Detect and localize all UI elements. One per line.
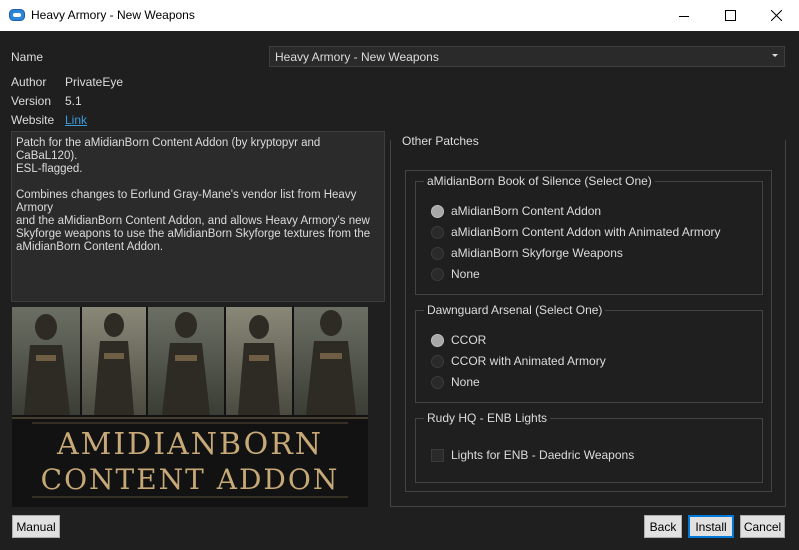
manual-button[interactable]: Manual [12,515,60,538]
option-label: aMidianBorn Skyforge Weapons [451,246,623,260]
website-label: Website [11,113,55,127]
banner-line-1: AMIDIANBORN [56,427,324,462]
option-label: None [451,267,480,281]
option-none[interactable]: None [431,373,480,391]
close-icon [770,10,782,21]
option-label: Lights for ENB - Daedric Weapons [451,448,635,462]
name-dropdown-value: Heavy Armory - New Weapons [275,50,439,64]
radio-button[interactable] [431,375,444,389]
radio-button[interactable] [431,246,444,260]
window-title: Heavy Armory - New Weapons [31,8,195,22]
group-book-of-silence: aMidianBorn Book of Silence (Select One)… [415,174,763,295]
group-title: Rudy HQ - ENB Lights [424,411,551,425]
app-icon [9,9,25,21]
option-label: aMidianBorn Content Addon with Animated … [451,225,721,239]
option-label: aMidianBorn Content Addon [451,204,602,218]
option-none[interactable]: None [431,265,480,283]
chevron-down-icon [772,54,778,57]
install-button[interactable]: Install [688,515,734,538]
radio-button[interactable] [431,267,444,281]
option-label: CCOR [451,333,487,347]
group-dawnguard-arsenal: Dawnguard Arsenal (Select One) CCOR CCOR… [415,303,763,403]
option-content-addon-animated-armory[interactable]: aMidianBorn Content Addon with Animated … [431,223,720,241]
website-link[interactable]: Link [65,113,87,127]
version-label: Version [11,94,52,108]
option-lights-for-enb[interactable]: Lights for ENB - Daedric Weapons [431,446,634,464]
author-label: Author [11,75,47,89]
radio-button[interactable] [431,354,444,368]
minimize-button[interactable] [661,0,707,31]
minimize-icon [679,15,689,17]
cancel-button[interactable]: Cancel [740,515,785,538]
option-ccor-animated-armory[interactable]: CCOR with Animated Armory [431,352,606,370]
name-label: Name [11,50,44,64]
option-label: CCOR with Animated Armory [451,354,606,368]
banner-image: AMIDIANBORN CONTENT ADDON [12,307,368,507]
version-value: 5.1 [65,94,82,108]
description-box[interactable]: Patch for the aMidianBorn Content Addon … [11,131,385,302]
author-value: PrivateEye [65,75,124,89]
group-title: aMidianBorn Book of Silence (Select One) [424,174,655,188]
option-ccor[interactable]: CCOR [431,331,486,349]
radio-button[interactable] [431,204,444,218]
radio-button[interactable] [431,333,444,347]
maximize-button[interactable] [707,0,753,31]
banner-line-2: CONTENT ADDON [40,463,340,496]
maximize-icon [724,10,736,21]
close-button[interactable] [753,0,799,31]
option-amidianborn-content-addon[interactable]: aMidianBorn Content Addon [431,202,601,220]
option-label: None [451,375,480,389]
group-title: Dawnguard Arsenal (Select One) [424,303,606,317]
title-bar: Heavy Armory - New Weapons [0,0,799,31]
back-button[interactable]: Back [644,515,682,538]
group-rudy-hq-enb-lights: Rudy HQ - ENB Lights Lights for ENB - Da… [415,411,763,483]
option-skyforge-weapons[interactable]: aMidianBorn Skyforge Weapons [431,244,623,262]
name-dropdown[interactable]: Heavy Armory - New Weapons [269,46,785,67]
radio-button[interactable] [431,225,444,239]
other-patches-title: Other Patches [402,134,479,148]
checkbox[interactable] [431,448,444,462]
